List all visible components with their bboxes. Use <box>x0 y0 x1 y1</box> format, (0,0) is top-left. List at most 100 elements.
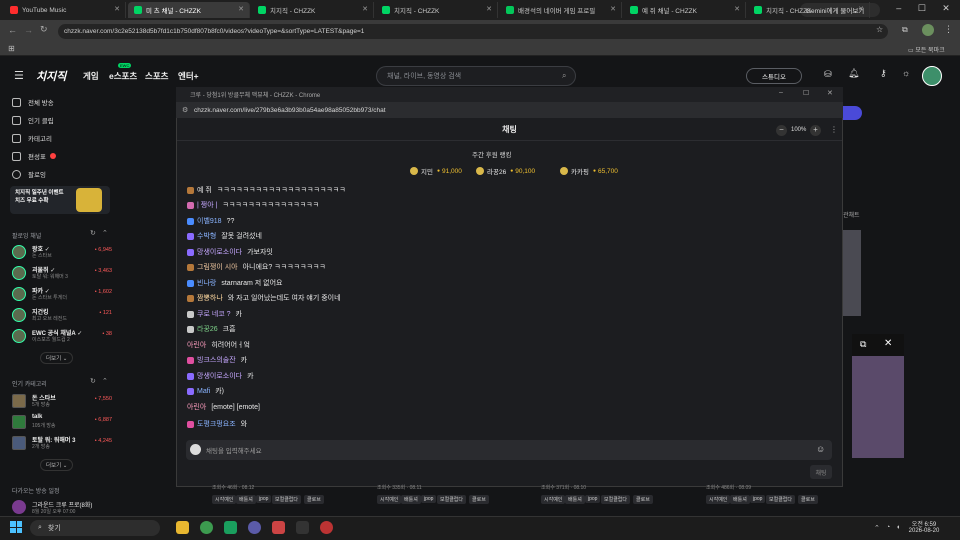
popup-close-icon[interactable]: ✕ <box>827 89 833 97</box>
extensions-icon[interactable]: ⧉ <box>902 25 908 35</box>
ranking-entry[interactable]: 라꿍26 ● 90,100 <box>476 166 535 176</box>
send-button[interactable]: 채팅 <box>810 465 832 479</box>
app-icon[interactable] <box>272 521 285 534</box>
more-button[interactable]: 더보기 ⌄ <box>40 352 74 364</box>
ranking-entry[interactable]: 카카핑 ● 65,700 <box>560 166 618 176</box>
back-icon[interactable]: ← <box>8 25 17 35</box>
volume-icon[interactable]: ◖ <box>896 524 900 531</box>
hamburger-icon[interactable]: ☰ <box>14 69 24 82</box>
tag-chip[interactable]: 보컬클럽다 <box>601 495 631 504</box>
sidebar-item-following[interactable]: 팔로잉 <box>12 169 46 179</box>
network-icon[interactable]: ◔ <box>886 524 890 531</box>
collapse-icon[interactable]: ⌃ <box>102 229 108 237</box>
chat-username[interactable]: 아린아 <box>187 340 206 350</box>
close-icon[interactable]: ✕ <box>884 338 892 349</box>
tab-close-icon[interactable]: ✕ <box>734 5 740 13</box>
apps-icon[interactable]: ⊞ <box>8 44 15 53</box>
file-explorer-icon[interactable] <box>176 521 189 534</box>
chat-username[interactable]: 쿠로 네코 ? <box>197 309 231 319</box>
all-bookmarks[interactable]: ▭ 모든 북마크 <box>908 45 945 54</box>
site-logo[interactable]: 치지직 <box>36 68 66 84</box>
collapse-icon[interactable]: ⌃ <box>102 377 108 385</box>
chat-username[interactable]: 짬뽕하나 <box>197 293 223 303</box>
browser-tab[interactable]: 치지직 - CHZZK ✕ <box>252 2 374 18</box>
video-thumbnail[interactable] <box>843 230 861 316</box>
sidebar-item-category[interactable]: 카테고리 <box>12 133 52 143</box>
tag-chip[interactable]: 배틀셔 <box>401 495 421 504</box>
zoom-out-icon[interactable]: − <box>776 125 787 136</box>
emoji-icon[interactable]: ☺ <box>816 444 825 454</box>
following-channel[interactable]: 괴물쥐 ✓ 토탈 워: 워해머 3 • 3,463 <box>12 264 112 282</box>
refresh-icon[interactable]: ↻ <box>90 377 96 385</box>
chat-menu-icon[interactable]: ⋮ <box>830 125 838 134</box>
chat-username[interactable]: 예 쥐 <box>197 185 212 195</box>
sidebar-item-schedule[interactable]: 편성표 <box>12 151 56 161</box>
tab-close-icon[interactable]: ✕ <box>114 5 120 13</box>
tag-chip[interactable]: 보컬클럽다 <box>437 495 467 504</box>
chat-username[interactable]: 아린아 <box>187 402 206 412</box>
prime-icon[interactable]: ⛁ <box>824 69 832 80</box>
taskbar-search[interactable]: ⌕ 찾기 <box>30 520 160 536</box>
category-item[interactable]: 돈 스타브 5개 방송 • 7,550 <box>12 392 112 410</box>
refresh-icon[interactable]: ↻ <box>90 229 96 237</box>
tag-chip[interactable]: 클로브 <box>633 495 653 504</box>
following-channel[interactable]: EWC 공식 채널A ✓ 이스포츠 월드컵 2 • 38 <box>12 327 112 345</box>
chat-username[interactable]: 망생이로소이다 <box>197 371 242 381</box>
more-button-2[interactable]: 더보기 ⌄ <box>40 459 74 471</box>
minimize-icon[interactable]: – <box>896 3 901 17</box>
tag-chip[interactable]: jpop <box>585 495 601 503</box>
ranking-entry[interactable]: 지민 ● 91,000 <box>410 166 462 176</box>
chat-username[interactable]: 수박형 <box>197 231 216 241</box>
browser-tab[interactable]: 배경석의 네이버 게임 프로필 ✕ <box>500 2 622 18</box>
event-banner[interactable]: 치지직 일주년 이벤트 치즈 무료 수확 <box>10 186 110 214</box>
chat-username[interactable]: | 쩡아 | <box>197 200 217 210</box>
tag-chip[interactable]: jpop <box>421 495 437 503</box>
maximize-icon[interactable]: ☐ <box>918 3 926 17</box>
chat-username[interactable]: 빙크스의술잔 <box>197 355 236 365</box>
app-icon[interactable] <box>224 521 237 534</box>
browser-tab[interactable]: 치지직 - CHZZK ✕ <box>376 2 498 18</box>
tag-chip[interactable]: 시각예인 <box>541 495 566 504</box>
profile-avatar[interactable] <box>922 24 934 36</box>
tab-close-icon[interactable]: ✕ <box>858 5 864 13</box>
chat-username[interactable]: 빈나랑 <box>197 278 216 288</box>
tray-chevron-icon[interactable]: ⌃ <box>874 524 880 532</box>
tab-close-icon[interactable]: ✕ <box>362 5 368 13</box>
tab-close-icon[interactable]: ✕ <box>238 5 244 13</box>
bookmark-star-icon[interactable]: ☆ <box>876 25 883 34</box>
tag-chip[interactable]: 보컬클럽다 <box>272 495 302 504</box>
tag-chip[interactable]: 보컬클럽다 <box>766 495 796 504</box>
url-input[interactable]: chzzk.naver.com/3c2e52138d5b7fd1c1b750df… <box>58 24 888 39</box>
chat-username[interactable]: 이벨918 <box>197 216 222 226</box>
tag-chip[interactable]: 시각예인 <box>377 495 402 504</box>
tag-chip[interactable]: 클로브 <box>469 495 489 504</box>
popup-minimize-icon[interactable]: – <box>779 89 783 96</box>
nav-enter[interactable]: 엔터+ <box>178 70 199 82</box>
key-icon[interactable]: ⚷ <box>880 68 887 79</box>
category-item[interactable]: talk 105개 방송 • 6,887 <box>12 413 112 431</box>
tag-chip[interactable]: 클로브 <box>798 495 818 504</box>
mini-player[interactable]: ⧉ ✕ <box>852 334 904 458</box>
clock[interactable]: 오전 6:59 2026-08-20 <box>904 519 944 534</box>
tag-chip[interactable]: 배틀셔 <box>730 495 750 504</box>
site-info-icon[interactable]: ⚙ <box>182 106 188 114</box>
nav-game[interactable]: 게임 <box>83 70 99 82</box>
following-channel[interactable]: 지건킹 최고 오브 레전드 • 121 <box>12 306 112 324</box>
tag-chip[interactable]: 시각예인 <box>212 495 237 504</box>
nav-esports[interactable]: e스포츠 <box>109 70 137 82</box>
close-icon[interactable]: ✕ <box>942 3 950 17</box>
tag-chip[interactable]: 배틀셔 <box>565 495 585 504</box>
tab-close-icon[interactable]: ✕ <box>610 5 616 13</box>
chrome-icon[interactable] <box>200 521 213 534</box>
tag-chip[interactable]: 클로브 <box>304 495 324 504</box>
tag-chip[interactable]: jpop <box>256 495 272 503</box>
following-channel[interactable]: 왕호 ✓ 돈 스타브 • 6,945 <box>12 243 112 261</box>
tag-chip[interactable]: 시각예인 <box>706 495 731 504</box>
forward-icon[interactable]: → <box>24 25 33 35</box>
theme-icon[interactable]: ☼ <box>902 68 910 78</box>
search-input[interactable]: 채널, 라이브, 동영상 검색 <box>376 66 576 86</box>
windows-start-icon[interactable] <box>10 521 22 533</box>
sidebar-item-clips[interactable]: 인기 클립 <box>12 115 54 125</box>
app-icon[interactable] <box>248 521 261 534</box>
browser-tab[interactable]: YouTube Music ✕ <box>4 2 126 18</box>
